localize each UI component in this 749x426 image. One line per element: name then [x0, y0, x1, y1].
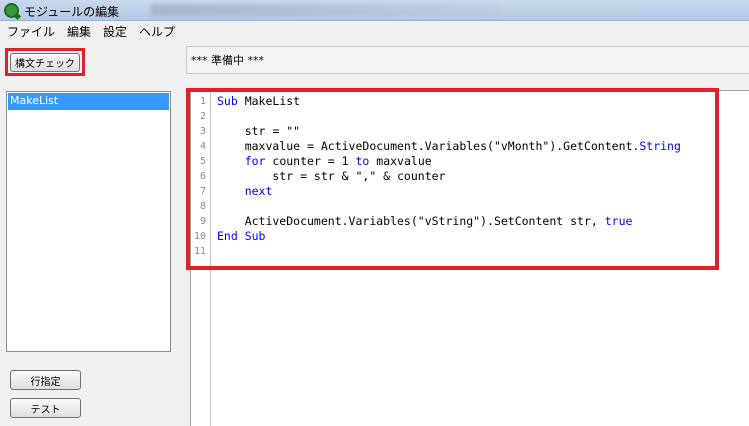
test-button[interactable]: テスト	[10, 398, 81, 418]
line-number: 6	[199, 171, 206, 182]
line-number: 7	[199, 186, 206, 197]
code-text: maxvalue = ActiveDocument.Variables("vMo…	[217, 139, 640, 153]
blurred-title-path	[150, 4, 500, 16]
code-line: next	[217, 184, 681, 199]
line-number: 9	[199, 216, 206, 227]
app-icon	[4, 3, 19, 18]
line-number: 10	[193, 231, 206, 242]
module-list[interactable]: MakeList	[6, 91, 171, 352]
status-field: *** 準備中 ***	[186, 46, 749, 74]
code-text: str = ""	[217, 124, 301, 138]
menu-help[interactable]: ヘルプ	[133, 21, 181, 41]
goto-line-button[interactable]: 行指定	[10, 370, 81, 390]
module-list-item[interactable]: MakeList	[8, 93, 169, 110]
line-number: 4	[199, 141, 206, 152]
code-keyword: End Sub	[217, 229, 266, 243]
code-text: ActiveDocument.Variables("vString").SetC…	[217, 214, 605, 228]
code-text: str = str & "," & counter	[217, 169, 446, 183]
code-text: MakeList	[237, 94, 301, 108]
code-text: counter = 1	[265, 154, 356, 168]
syntax-check-button[interactable]: 構文チェック	[10, 53, 80, 72]
line-number: 2	[199, 111, 206, 122]
menu-bar: ファイル 編集 設定 ヘルプ	[0, 21, 749, 41]
code-line: Sub MakeList	[217, 94, 681, 109]
code-keyword: next	[244, 184, 273, 198]
code-editor[interactable]: 1 2 3 4 5 6 7 8 9 10 11 Sub MakeList str = "" maxv…	[190, 90, 749, 426]
code-keyword: String	[639, 139, 681, 153]
menu-edit[interactable]: 編集	[61, 21, 97, 41]
code-content[interactable]: Sub MakeList str = "" maxvalue = ActiveD…	[217, 94, 681, 259]
line-number-gutter: 1 2 3 4 5 6 7 8 9 10 11	[191, 91, 211, 426]
menu-file[interactable]: ファイル	[0, 21, 61, 41]
code-keyword: true	[604, 214, 633, 228]
code-keyword: to	[355, 154, 370, 168]
window-title: モジュールの編集	[24, 5, 120, 19]
code-keyword: Sub	[217, 94, 238, 108]
line-number: 5	[199, 156, 206, 167]
menu-settings[interactable]: 設定	[97, 21, 133, 41]
code-line: for counter = 1 to maxvalue	[217, 154, 681, 169]
code-line: ActiveDocument.Variables("vString").SetC…	[217, 214, 681, 229]
code-line: maxvalue = ActiveDocument.Variables("vMo…	[217, 139, 681, 154]
code-line: End Sub	[217, 229, 681, 244]
line-number: 3	[199, 126, 206, 137]
title-bar: モジュールの編集	[0, 0, 749, 21]
line-number: 11	[193, 246, 206, 257]
code-text: maxvalue	[369, 154, 432, 168]
line-number: 1	[199, 96, 206, 107]
code-line: str = ""	[217, 124, 681, 139]
code-keyword: for	[244, 154, 266, 168]
code-line: str = str & "," & counter	[217, 169, 681, 184]
line-number: 8	[199, 201, 206, 212]
